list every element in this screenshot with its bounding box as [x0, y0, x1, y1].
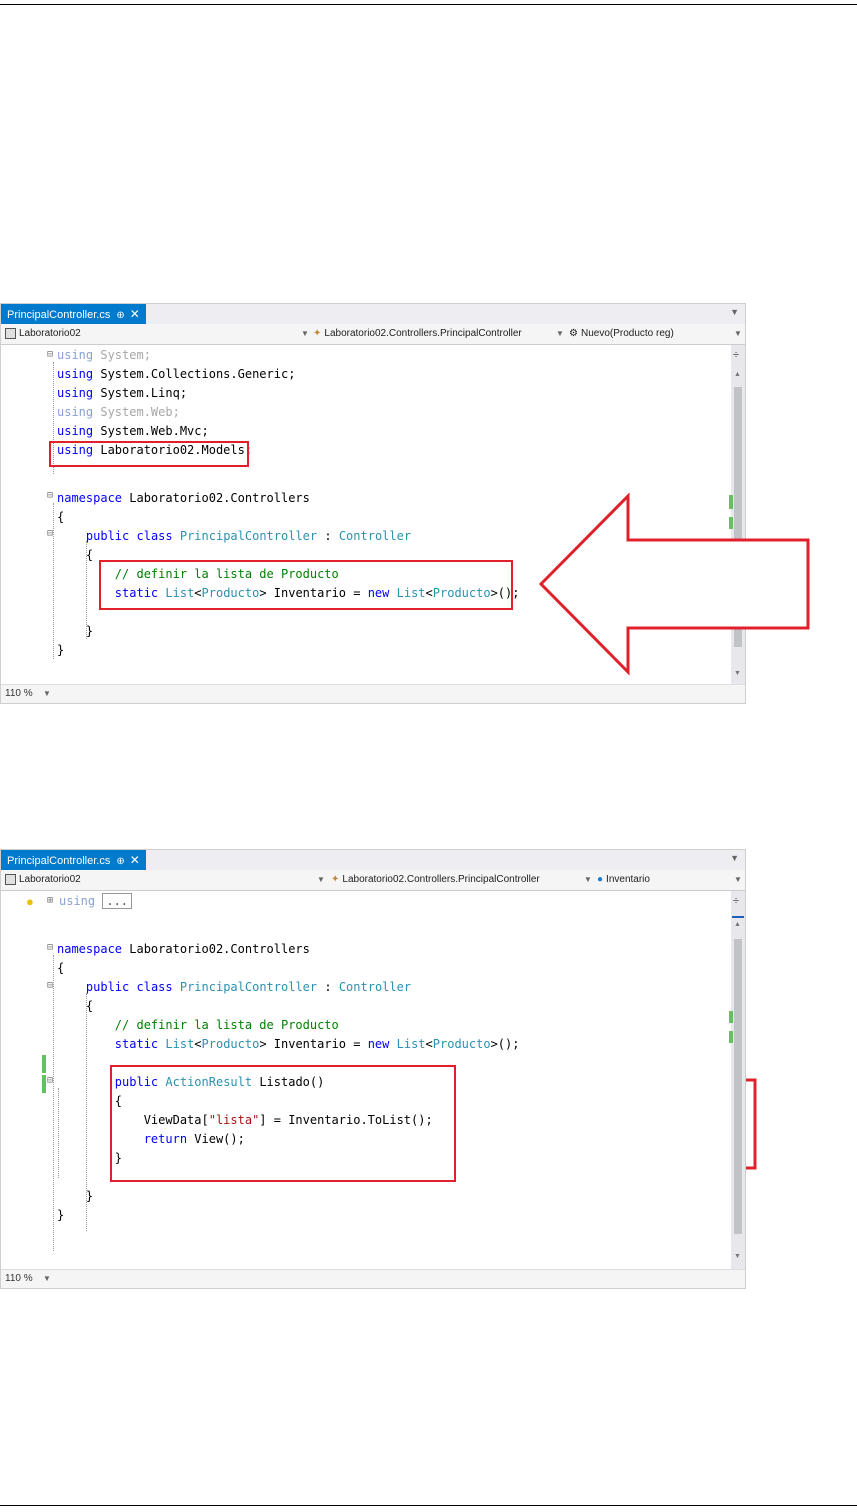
code-line[interactable]: }: [57, 1187, 93, 1206]
collapsed-using-keyword: using: [59, 894, 96, 908]
code-line[interactable]: }: [57, 1206, 64, 1225]
tab-overflow-dropdown-icon[interactable]: ▼: [730, 853, 739, 863]
code-line-inventario[interactable]: static List<Producto> Inventario = new L…: [57, 1035, 520, 1054]
change-marker: [42, 1075, 46, 1093]
document-tab[interactable]: PrincipalController.cs ⊕ ✕: [1, 850, 146, 870]
scrollbar-thumb[interactable]: [734, 939, 742, 1234]
change-marker: [729, 1011, 733, 1023]
class-dropdown[interactable]: ✦ Laboratorio02.Controllers.PrincipalCont…: [331, 872, 571, 888]
expand-icon[interactable]: ⊞: [47, 895, 53, 906]
chevron-down-icon[interactable]: ▼: [734, 872, 742, 888]
code-line[interactable]: {: [57, 959, 64, 978]
tab-title: PrincipalController.cs: [7, 855, 111, 867]
scroll-up-icon[interactable]: ▲: [734, 921, 741, 928]
project-dropdown[interactable]: Laboratorio02: [5, 872, 305, 888]
editor-status-bar: 110 % ▼: [1, 1269, 745, 1288]
zoom-level[interactable]: 110 %: [5, 1270, 33, 1288]
scroll-down-icon[interactable]: ▼: [734, 1253, 741, 1260]
code-line-namespace[interactable]: namespace Laboratorio02.Controllers: [57, 940, 310, 959]
field-icon: ●: [597, 874, 604, 885]
navigation-bar: Laboratorio02 ▼ ✦ Laboratorio02.Controlle…: [1, 870, 745, 891]
collapsed-ellipsis-button[interactable]: ...: [102, 893, 133, 909]
code-editor[interactable]: ● ⊞ using ... ⊟ ⊟ ⊟ namespace Laboratori…: [1, 891, 731, 1271]
collapse-icon[interactable]: ⊟: [47, 942, 53, 953]
class-name: Laboratorio02.Controllers.PrincipalContr…: [342, 874, 540, 885]
indent-guide: [53, 955, 54, 1251]
project-name: Laboratorio02: [19, 874, 81, 885]
vs-editor-screenshot-2: PrincipalController.cs ⊕ ✕ ▼ Laboratorio02…: [0, 849, 746, 1289]
collapsed-using-block[interactable]: using ...: [59, 892, 133, 911]
chevron-down-icon[interactable]: ▼: [584, 872, 592, 888]
change-marker: [729, 1031, 733, 1043]
highlight-box-listado-method: [110, 1065, 456, 1182]
pin-icon[interactable]: ⊕: [116, 856, 124, 867]
member-dropdown[interactable]: ● Inventario: [597, 872, 727, 888]
file-icon: [5, 873, 16, 885]
change-marker: [42, 1055, 46, 1073]
code-line-class[interactable]: public class PrincipalController : Contr…: [57, 978, 411, 997]
code-line[interactable]: {: [57, 997, 93, 1016]
chevron-down-icon[interactable]: ▼: [317, 872, 325, 888]
scroll-position-indicator: [732, 916, 744, 918]
code-line-comment[interactable]: // definir la lista de Producto: [57, 1016, 339, 1035]
member-name: Inventario: [606, 874, 650, 885]
vertical-scrollbar[interactable]: ÷ ▲ ▼: [729, 891, 745, 1271]
class-icon: ✦: [331, 874, 340, 885]
lightbulb-icon[interactable]: ●: [26, 894, 34, 909]
chevron-down-icon[interactable]: ▼: [43, 1270, 51, 1288]
split-icon[interactable]: ÷: [733, 895, 739, 907]
close-icon[interactable]: ✕: [130, 853, 140, 867]
document-tab-bar: PrincipalController.cs ⊕ ✕ ▼: [1, 850, 745, 870]
arrow-1-shape: [538, 492, 810, 676]
